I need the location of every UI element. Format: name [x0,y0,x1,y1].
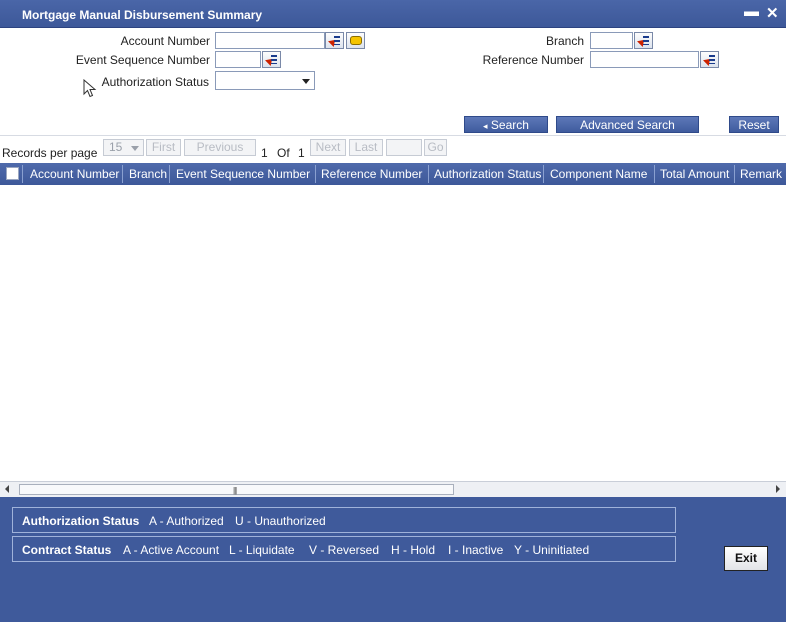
column-separator [315,165,316,183]
window-title-bar: Mortgage Manual Disbursement Summary ▬ ✕ [0,0,786,28]
first-page-button[interactable]: First [146,139,181,156]
column-header-account-number[interactable]: Account Number [30,167,119,181]
chevron-down-icon [302,79,310,84]
contract-status-legend: Contract Status A - Active Account L - L… [12,536,676,562]
records-per-page-label: Records per page [2,146,98,160]
column-header-authorization-status[interactable]: Authorization Status [434,167,541,181]
column-header-component-name[interactable]: Component Name [550,167,647,181]
records-per-page-value: 15 [109,140,123,154]
scroll-right-icon[interactable] [776,485,780,493]
account-number-lov-button[interactable] [325,32,344,49]
event-sequence-number-input[interactable] [215,51,261,68]
column-header-event-sequence-number[interactable]: Event Sequence Number [176,167,310,181]
column-separator [122,165,123,183]
list-icon [709,55,715,64]
chevron-left-icon: ◂ [483,121,488,131]
branch-lov-button[interactable] [634,32,653,49]
legend-item: L - Liquidate [229,543,295,557]
reference-number-label: Reference Number [482,53,584,67]
legend-item: Y - Uninitiated [514,543,590,557]
branch-input[interactable] [590,32,633,49]
column-header-reference-number[interactable]: Reference Number [321,167,422,181]
reset-button[interactable]: Reset [729,116,779,133]
records-per-page-select[interactable]: 15 [103,139,144,156]
list-icon [643,36,649,45]
page-number-input[interactable] [386,139,422,156]
account-number-input[interactable] [215,32,325,49]
scrollbar-thumb[interactable]: ||| [19,484,454,495]
total-pages: 1 [298,146,305,160]
window-title: Mortgage Manual Disbursement Summary [22,8,263,22]
previous-page-button[interactable]: Previous [184,139,256,156]
go-button[interactable]: Go [424,139,447,156]
last-page-button[interactable]: Last [349,139,383,156]
column-separator [734,165,735,183]
legend-item: U - Unauthorized [235,514,326,528]
authorization-status-label: Authorization Status [101,75,209,89]
minimize-icon[interactable]: ▬ [744,3,759,20]
reference-number-lov-button[interactable] [700,51,719,68]
close-icon[interactable]: ✕ [766,4,779,22]
divider [0,135,786,136]
search-button-label: Search [490,118,529,132]
authorization-status-select[interactable] [215,71,315,90]
event-sequence-number-label: Event Sequence Number [75,53,210,67]
chevron-down-icon [131,146,139,151]
column-separator [543,165,544,183]
legend-item: A - Active Account [123,543,220,557]
column-header-remark[interactable]: Remark [740,167,782,181]
column-separator [654,165,655,183]
scroll-left-icon[interactable] [5,485,9,493]
authorization-status-legend-title: Authorization Status [22,514,140,528]
legend-item: I - Inactive [448,543,504,557]
next-page-button[interactable]: Next [310,139,346,156]
grip-icon: ||| [233,486,237,495]
current-page-number: 1 [261,146,268,160]
of-label: Of [277,146,290,160]
account-number-note-button[interactable] [346,32,365,49]
column-separator [22,165,23,183]
legend-item: H - Hold [391,543,436,557]
grid-body [0,185,786,481]
column-separator [428,165,429,183]
branch-label: Branch [545,34,584,48]
grid-header: Account Number Branch Event Sequence Num… [0,163,786,185]
speech-bubble-icon [350,36,362,45]
column-separator [169,165,170,183]
event-sequence-number-lov-button[interactable] [262,51,281,68]
search-button[interactable]: ◂ Search [464,116,548,133]
column-header-branch[interactable]: Branch [129,167,167,181]
list-icon [334,36,340,45]
horizontal-scrollbar[interactable]: ||| [0,481,786,497]
select-all-checkbox[interactable] [6,167,19,180]
account-number-label: Account Number [120,34,210,48]
authorization-status-legend: Authorization Status A - Authorized U - … [12,507,676,533]
legend-item: V - Reversed [309,543,380,557]
reference-number-input[interactable] [590,51,699,68]
legend-item: A - Authorized [149,514,224,528]
exit-button[interactable]: Exit [724,546,768,571]
column-header-total-amount[interactable]: Total Amount [660,167,729,181]
contract-status-legend-title: Contract Status [22,543,112,557]
advanced-search-button[interactable]: Advanced Search [556,116,699,133]
list-icon [271,55,277,64]
